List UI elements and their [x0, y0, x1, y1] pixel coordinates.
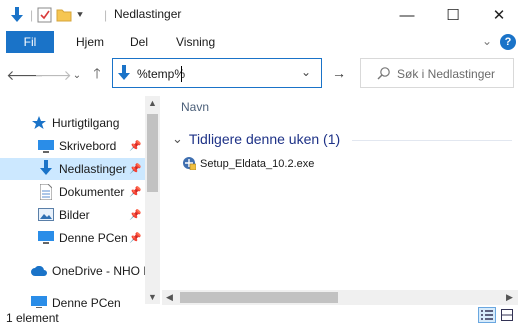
chevron-down-icon[interactable]: ⌄ [301, 65, 311, 79]
download-location-icon [117, 65, 131, 84]
back-button[interactable]: 🡐 [6, 66, 44, 84]
nav-label: Hurtigtilgang [52, 116, 120, 130]
details-view-button[interactable] [478, 307, 496, 323]
group-divider [352, 140, 512, 141]
nav-label: Denne PCen [59, 231, 128, 245]
nav-item-quick-access[interactable]: Hurtigtilgang [0, 112, 145, 134]
minimize-button[interactable]: — [384, 0, 430, 30]
window-title: Nedlastinger [114, 7, 182, 21]
download-icon [39, 160, 55, 175]
search-box[interactable]: Søk i Nedlastinger [360, 58, 514, 88]
address-input[interactable]: %temp% [137, 67, 185, 81]
navigation-pane: Hurtigtilgang Skrivebord 📌 Nedlastinger … [0, 96, 162, 308]
group-header-label: Tidligere denne uken (1) [188, 131, 341, 147]
chevron-down-icon: ⌄ [172, 131, 183, 146]
nav-item-desktop[interactable]: Skrivebord 📌 [0, 135, 145, 157]
tab-home[interactable]: Hjem [76, 35, 104, 49]
file-name: Setup_Eldata_10.2.exe [200, 158, 315, 170]
pin-icon[interactable]: 📌 [129, 210, 141, 221]
pin-icon[interactable]: 📌 [129, 164, 141, 175]
up-button[interactable]: 🡑 [88, 65, 106, 84]
scroll-down-arrow-icon[interactable]: ▼ [148, 292, 157, 302]
customize-toolbar-icon[interactable]: ⯆ [76, 6, 84, 24]
separator: | [104, 8, 108, 22]
tab-view[interactable]: Visning [176, 35, 215, 49]
computer-icon [38, 231, 54, 245]
large-icons-view-button[interactable] [498, 307, 516, 323]
pin-icon[interactable]: 📌 [129, 141, 141, 152]
nav-label: Dokumenter [59, 185, 125, 199]
status-item-count: 1 element [6, 311, 59, 325]
cloud-icon [31, 265, 47, 279]
column-header-name[interactable]: Navn [181, 100, 209, 114]
expand-ribbon-icon[interactable]: ⌄ [482, 34, 492, 48]
scroll-right-arrow-icon[interactable]: ▶ [506, 292, 513, 303]
search-input[interactable]: Søk i Nedlastinger [397, 67, 495, 81]
maximize-button[interactable]: ☐ [430, 0, 476, 30]
nav-label: Denne PCen [52, 296, 121, 308]
tab-file[interactable]: Fil [6, 31, 54, 53]
nav-label: OneDrive - NHO F [52, 264, 151, 278]
computer-icon [31, 296, 47, 308]
file-item[interactable]: Setup_Eldata_10.2.exe [182, 155, 314, 173]
text-caret [181, 66, 182, 82]
content-scroll-thumb[interactable] [180, 292, 338, 303]
address-bar[interactable]: %temp% ⌄ [112, 58, 322, 88]
go-arrow-button[interactable]: → [328, 58, 350, 88]
nav-pane-scroll-thumb[interactable] [147, 114, 158, 192]
ribbon: Fil Hjem Del Visning ⌄ ? [0, 30, 518, 54]
details-view-icon [481, 310, 493, 320]
recent-locations-icon[interactable]: ⌄ [68, 66, 86, 84]
search-icon [377, 66, 391, 83]
pin-icon[interactable]: 📌 [129, 187, 141, 198]
forward-button[interactable]: 🡒 [34, 66, 72, 84]
installer-icon [182, 156, 197, 173]
tab-share[interactable]: Del [130, 35, 148, 49]
nav-item-this-pc-root[interactable]: Denne PCen [0, 292, 145, 308]
desktop-icon [38, 139, 54, 153]
large-icons-view-icon [501, 309, 513, 321]
nav-label: Nedlastinger [59, 162, 127, 176]
scroll-up-arrow-icon[interactable]: ▲ [148, 98, 157, 108]
separator: | [30, 8, 34, 22]
properties-icon[interactable] [37, 6, 53, 24]
nav-label: Bilder [59, 208, 90, 222]
down-arrow-icon[interactable] [10, 6, 24, 24]
title-bar: | ⯆ | Nedlastinger — ☐ ✕ [0, 0, 518, 30]
close-button[interactable]: ✕ [476, 0, 518, 30]
nav-item-documents[interactable]: Dokumenter 📌 [0, 181, 145, 203]
pin-icon[interactable]: 📌 [129, 233, 141, 244]
group-header[interactable]: ⌄ Tidligere denne uken (1) [172, 131, 340, 147]
star-icon [32, 116, 48, 130]
help-button[interactable]: ? [500, 34, 516, 50]
new-folder-icon[interactable] [56, 6, 72, 24]
document-icon [39, 183, 56, 201]
nav-item-downloads[interactable]: Nedlastinger 📌 [0, 158, 145, 180]
nav-label: Skrivebord [59, 139, 117, 153]
scroll-left-arrow-icon[interactable]: ◀ [166, 292, 173, 303]
nav-item-pictures[interactable]: Bilder 📌 [0, 204, 145, 226]
nav-item-this-pc[interactable]: Denne PCen 📌 [0, 227, 145, 249]
pictures-icon [38, 208, 54, 222]
nav-item-onedrive[interactable]: OneDrive - NHO F [0, 260, 151, 282]
